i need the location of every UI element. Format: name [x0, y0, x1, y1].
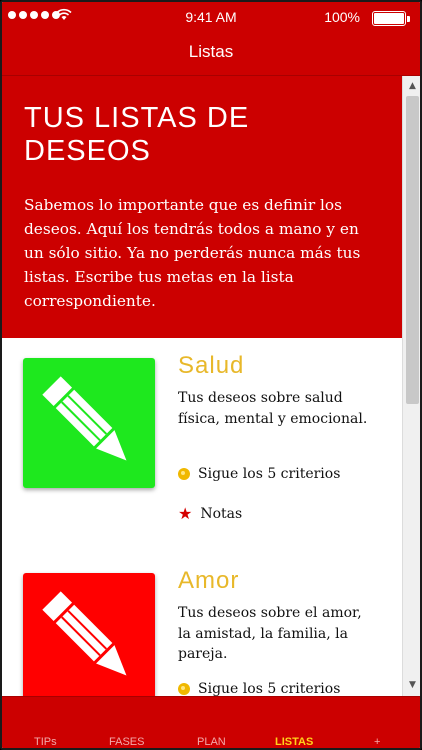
card-description: Tus deseos sobre el amor, la amistad, la… [178, 605, 362, 662]
pencil-icon[interactable] [23, 573, 155, 696]
criteria-label: Sigue los 5 criterios [198, 681, 341, 696]
content-scroll-area[interactable]: TUS LISTAS DE DESEOS Sabemos lo importan… [2, 76, 402, 696]
phone-screen: 9:41 AM 100% Listas TUS LISTAS DE DESEOS… [0, 0, 422, 750]
pencil-icon[interactable] [23, 358, 155, 488]
tab-bar: TIPs FASES PLAN LISTAS + [2, 696, 420, 748]
criteria-label: Sigue los 5 criterios [198, 466, 341, 482]
intro-text: Sabemos lo importante que es definir los… [24, 196, 361, 310]
bullet-dot-icon [178, 468, 190, 480]
status-bar: 9:41 AM 100% [2, 2, 420, 32]
card-title[interactable]: Amor [178, 567, 239, 595]
notes-link[interactable]: ★ Notas [178, 504, 243, 523]
tab-tips[interactable]: TIPs [34, 736, 57, 748]
star-icon: ★ [178, 504, 193, 523]
list-card-amor[interactable]: Amor Tus deseos sobre el amor, la amista… [2, 553, 402, 696]
intro-section: TUS LISTAS DE DESEOS Sabemos lo importan… [2, 76, 402, 338]
card-description: Tus deseos sobre salud física, mental y … [178, 390, 368, 427]
scroll-down-arrow-icon[interactable]: ▼ [403, 677, 420, 694]
notes-label: Notas [200, 506, 243, 522]
navigation-bar: Listas [2, 32, 420, 76]
scroll-up-arrow-icon[interactable]: ▲ [403, 78, 420, 95]
criteria-link[interactable]: Sigue los 5 criterios [178, 681, 340, 696]
bullet-dot-icon [178, 683, 190, 695]
tab-add[interactable]: + [374, 736, 380, 748]
card-title[interactable]: Salud [178, 352, 244, 380]
tab-fases[interactable]: FASES [109, 736, 144, 748]
tab-listas[interactable]: LISTAS [275, 736, 313, 748]
list-card-salud[interactable]: Salud Tus deseos sobre salud física, men… [2, 338, 402, 553]
tab-plan[interactable]: PLAN [197, 736, 226, 748]
battery-percentage: 100% [324, 9, 360, 25]
battery-icon [372, 11, 410, 26]
nav-title: Listas [188, 42, 234, 61]
page-title: TUS LISTAS DE DESEOS [24, 102, 250, 167]
vertical-scrollbar[interactable]: ▲ ▼ [402, 76, 420, 696]
scrollbar-thumb[interactable] [406, 96, 419, 404]
criteria-link[interactable]: Sigue los 5 criterios [178, 466, 340, 482]
